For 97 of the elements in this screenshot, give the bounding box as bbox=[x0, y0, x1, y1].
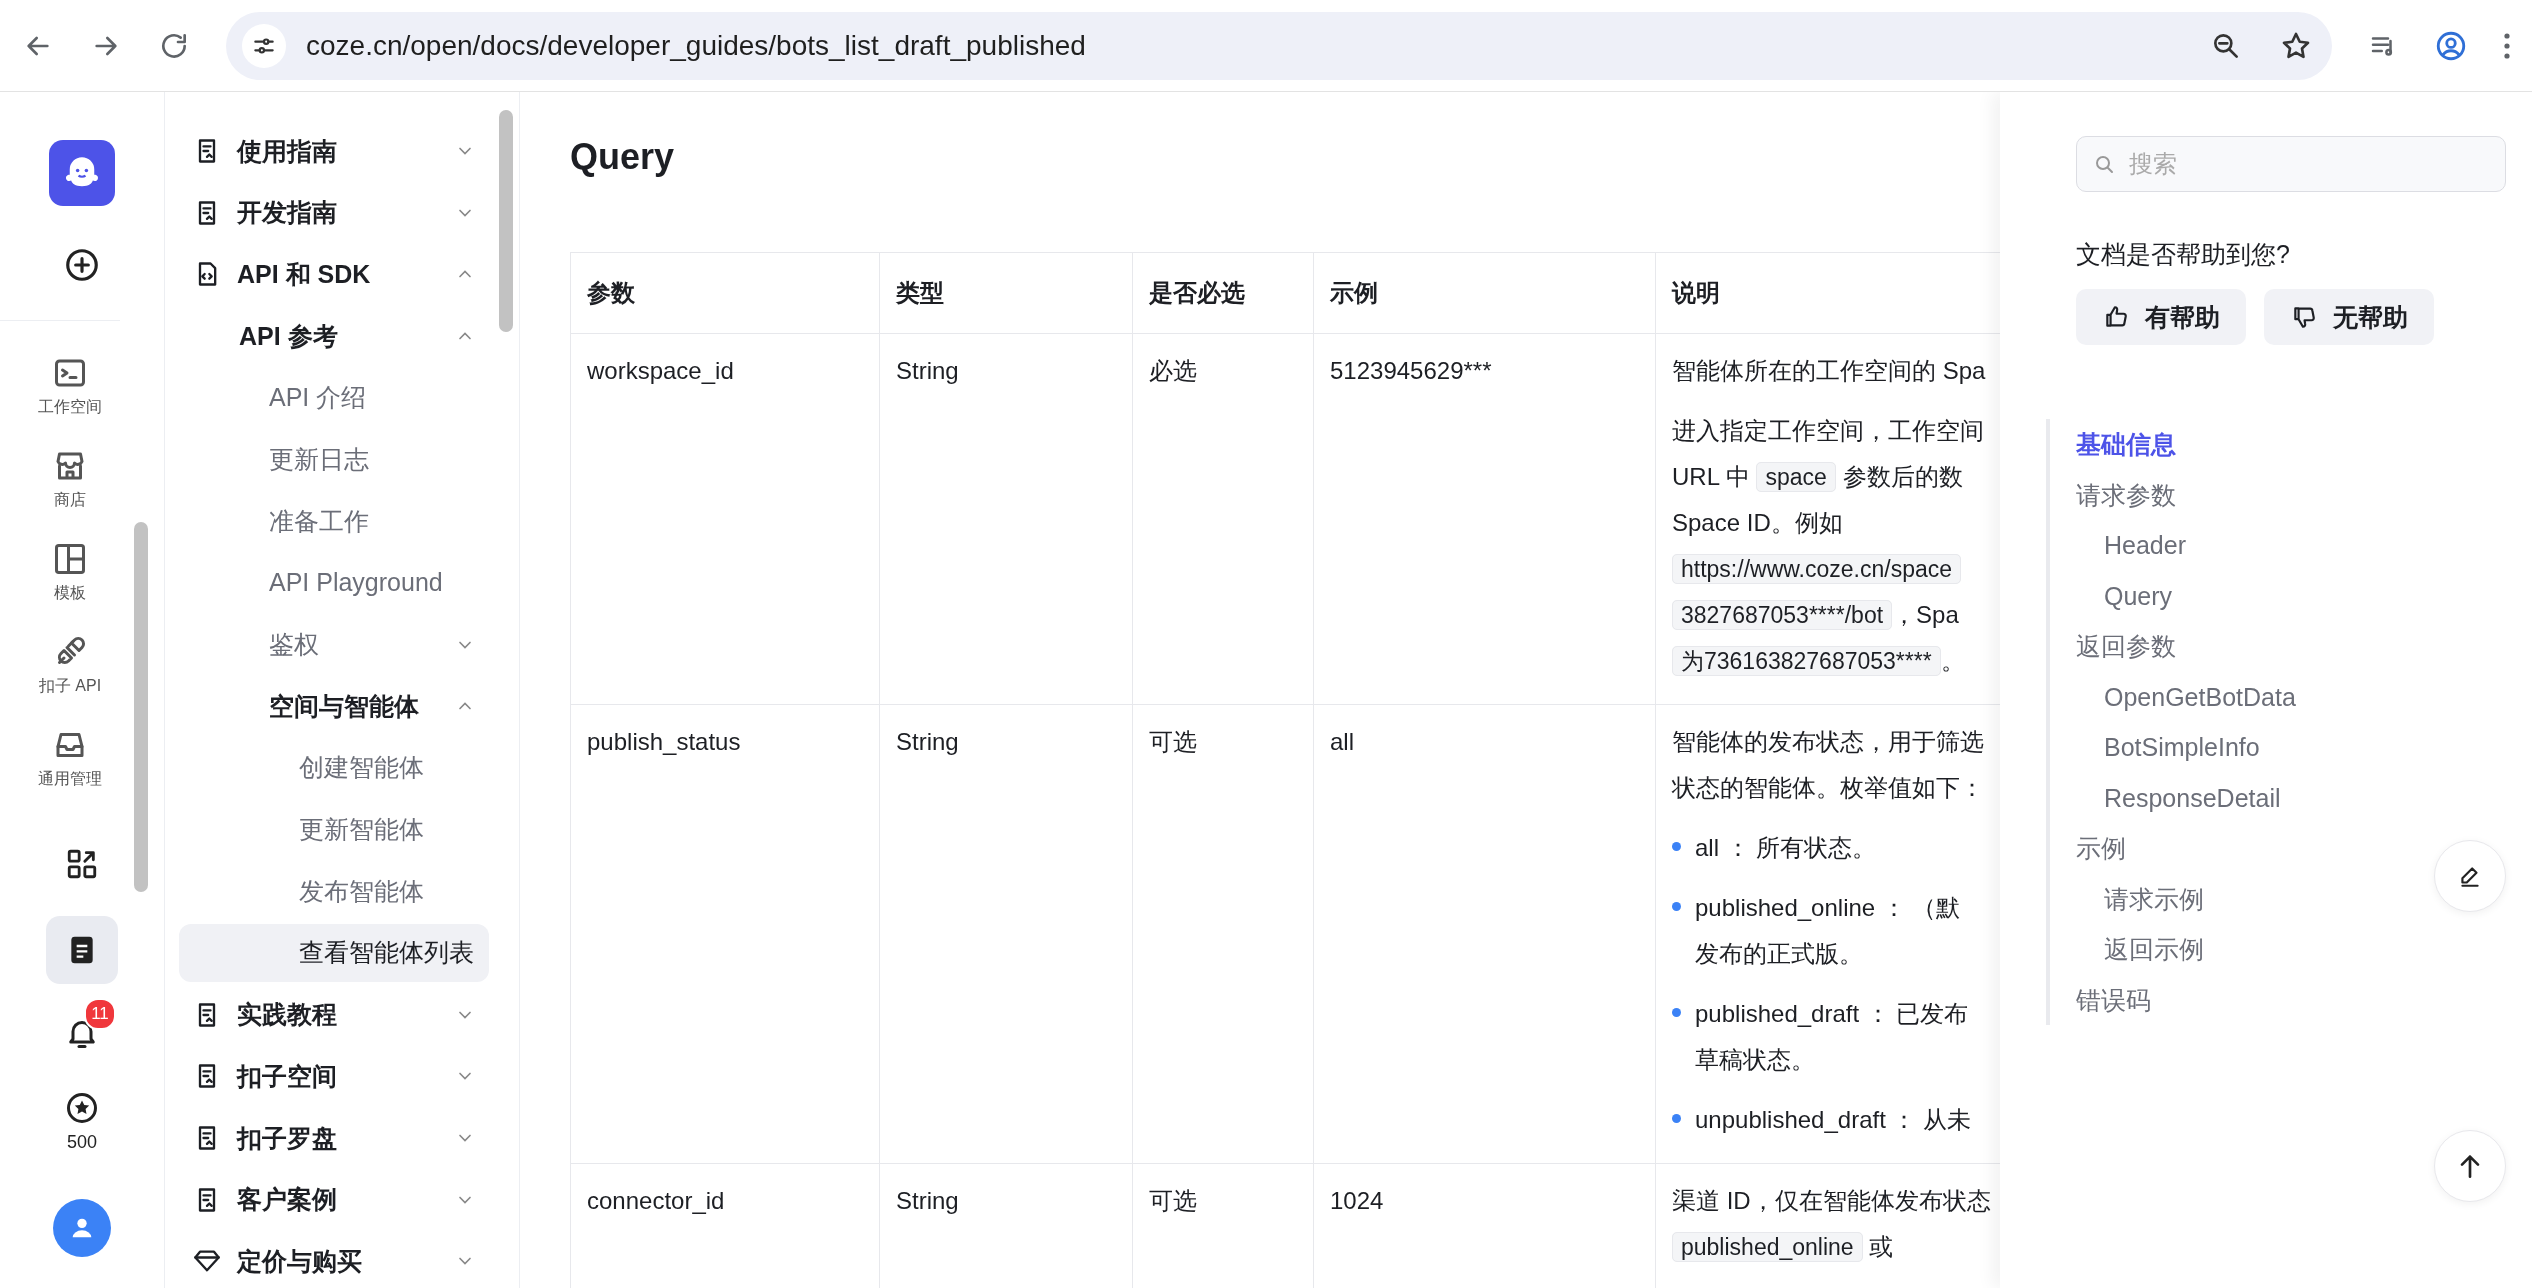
inline-code: 为736163827687053**** bbox=[1672, 646, 1941, 676]
sidebar-item[interactable]: 准备工作 bbox=[179, 492, 489, 551]
toc-link[interactable]: Header bbox=[2076, 520, 2186, 571]
description-text: 草稿状态。 bbox=[1695, 1046, 1815, 1073]
sidebar-item[interactable]: 实践教程 bbox=[179, 985, 489, 1044]
sidebar-item[interactable]: 查看智能体列表 bbox=[179, 923, 489, 982]
site-info-button[interactable] bbox=[242, 23, 286, 68]
table-cell: connector_id bbox=[587, 1187, 725, 1214]
toc-link[interactable]: 请求示例 bbox=[2076, 873, 2204, 924]
bullet-dot bbox=[1672, 902, 1681, 911]
sidebar-item[interactable]: API Playground bbox=[179, 553, 489, 612]
sidebar-item[interactable]: 创建智能体 bbox=[179, 738, 489, 797]
toc-link[interactable]: 基础信息 bbox=[2076, 419, 2176, 470]
description-text: 状态的智能体。枚举值如下： bbox=[1672, 774, 1984, 801]
toc-link[interactable]: 请求参数 bbox=[2076, 469, 2176, 520]
column-header: 参数 bbox=[570, 252, 880, 334]
description-text: published_draft ： 已发布 bbox=[1695, 1000, 1969, 1027]
toc-link[interactable]: 错误码 bbox=[2076, 974, 2151, 1025]
scrollbar-thumb[interactable] bbox=[134, 522, 148, 892]
description-text: 智能体所在的工作空间的 Spa bbox=[1672, 357, 1986, 384]
sidebar-item[interactable]: 鉴权 bbox=[179, 615, 489, 674]
credits-button[interactable]: 500 bbox=[27, 1090, 137, 1153]
table-cell: 5123945629*** bbox=[1330, 357, 1492, 384]
search-field[interactable]: 搜索 bbox=[2076, 136, 2506, 192]
toc-link[interactable]: 返回示例 bbox=[2076, 924, 2204, 975]
toc-link[interactable]: 示例 bbox=[2076, 823, 2126, 874]
bullet-dot bbox=[1672, 1114, 1681, 1123]
description-text: 参数后的数 bbox=[1841, 463, 1963, 490]
sidebar-item[interactable]: 开发指南 bbox=[179, 183, 489, 242]
sidebar-item[interactable]: 更新日志 bbox=[179, 430, 489, 489]
description-text: 渠道 ID，仅在智能体发布状态 bbox=[1672, 1187, 1991, 1214]
toc-link[interactable]: 返回参数 bbox=[2076, 621, 2176, 672]
bullet-dot bbox=[1672, 842, 1681, 851]
description-text: unpublished_draft ： 从未 bbox=[1695, 1106, 1972, 1133]
rail-nav-item[interactable]: 工作空间 bbox=[20, 355, 120, 418]
section-heading: Query bbox=[570, 136, 675, 178]
table-cell: String bbox=[896, 728, 959, 755]
description-text: 进入指定工作空间，工作空间 bbox=[1672, 417, 1984, 444]
sidebar-item[interactable]: 扣子罗盘 bbox=[179, 1109, 489, 1167]
description-text: all ： 所有状态。 bbox=[1695, 834, 1877, 861]
star-badge-icon bbox=[64, 1090, 100, 1126]
table-cell: String bbox=[896, 357, 959, 384]
column-header: 是否必选 bbox=[1132, 252, 1314, 334]
inline-code: 3827687053****/bot bbox=[1672, 600, 1893, 630]
not-helpful-button[interactable]: 无帮助 bbox=[2264, 289, 2434, 345]
plus-circle-icon bbox=[63, 246, 101, 284]
user-avatar[interactable] bbox=[53, 1199, 111, 1257]
rail-nav-item[interactable]: 模板 bbox=[20, 541, 120, 604]
inline-code: published_online bbox=[1672, 1232, 1863, 1262]
description-text: Space ID。例如 bbox=[1672, 509, 1843, 536]
table-cell: 1024 bbox=[1330, 1187, 1384, 1214]
app-logo[interactable] bbox=[49, 140, 115, 206]
table-cell: 可选 bbox=[1149, 728, 1197, 755]
table-cell: String bbox=[896, 1187, 959, 1214]
column-header: 示例 bbox=[1313, 252, 1656, 334]
sidebar-item[interactable]: 使用指南 bbox=[179, 122, 489, 180]
toc-link[interactable]: Query bbox=[2076, 570, 2173, 621]
rail-nav-item[interactable]: 通用管理 bbox=[20, 727, 120, 790]
bullet-dot bbox=[1672, 1008, 1681, 1017]
description-text: 。 bbox=[1940, 647, 1965, 674]
sidebar-item[interactable]: API 和 SDK bbox=[179, 245, 489, 304]
description-text: URL 中 bbox=[1672, 463, 1751, 490]
more-vertical-icon bbox=[2504, 32, 2510, 59]
url-text: coze.cn/open/docs/developer_guides/bots_list_draft_published bbox=[306, 29, 1087, 62]
inline-code: space bbox=[1756, 462, 1836, 492]
layout-icon bbox=[52, 541, 88, 577]
description-text: 智能体的发布状态，用于筛选 bbox=[1672, 728, 1984, 755]
table-cell: all bbox=[1330, 728, 1354, 755]
toc-link[interactable]: OpenGetBotData bbox=[2076, 671, 2296, 722]
rail-nav-item[interactable]: 扣子 API bbox=[20, 634, 120, 697]
sidebar-item[interactable]: 定价与购买 bbox=[179, 1232, 489, 1288]
table-cell: 必选 bbox=[1149, 357, 1197, 384]
docs-button[interactable] bbox=[46, 916, 118, 984]
sidebar-item[interactable]: 扣子空间 bbox=[179, 1047, 489, 1106]
sidebar-item[interactable]: 客户案例 bbox=[179, 1170, 489, 1229]
toc-link[interactable]: BotSimpleInfo bbox=[2076, 722, 2260, 773]
sidebar-item[interactable]: API 介绍 bbox=[179, 368, 489, 427]
sidebar-item[interactable]: API 参考 bbox=[179, 307, 489, 366]
sidebar-item[interactable]: 空间与智能体 bbox=[179, 677, 489, 736]
helpful-button[interactable]: 有帮助 bbox=[2076, 289, 2246, 345]
description-text: 或 bbox=[1868, 1233, 1894, 1260]
description-text: 发布的正式版。 bbox=[1695, 940, 1863, 967]
toc-link[interactable]: ResponseDetail bbox=[2076, 772, 2281, 823]
column-header: 类型 bbox=[879, 252, 1133, 334]
scrollbar-thumb[interactable] bbox=[499, 110, 513, 332]
notification-badge: 11 bbox=[84, 998, 116, 1030]
address-bar[interactable]: coze.cn/open/docs/developer_guides/bots_list_draft_published bbox=[226, 11, 2332, 80]
table-cell: workspace_id bbox=[587, 357, 734, 384]
description-text: published_online ： （默 bbox=[1695, 894, 1961, 921]
sidebar-item[interactable]: 发布智能体 bbox=[179, 862, 489, 921]
description-text: ，Spa bbox=[1892, 601, 1959, 628]
sidebar-item[interactable]: 更新智能体 bbox=[179, 800, 489, 859]
apps-grid-icon bbox=[65, 847, 99, 881]
rail-nav-item[interactable]: 商店 bbox=[20, 448, 120, 511]
inline-code: https://www.coze.cn/space bbox=[1672, 554, 1961, 584]
table-cell: 可选 bbox=[1149, 1187, 1197, 1214]
table-cell: publish_status bbox=[587, 728, 741, 755]
